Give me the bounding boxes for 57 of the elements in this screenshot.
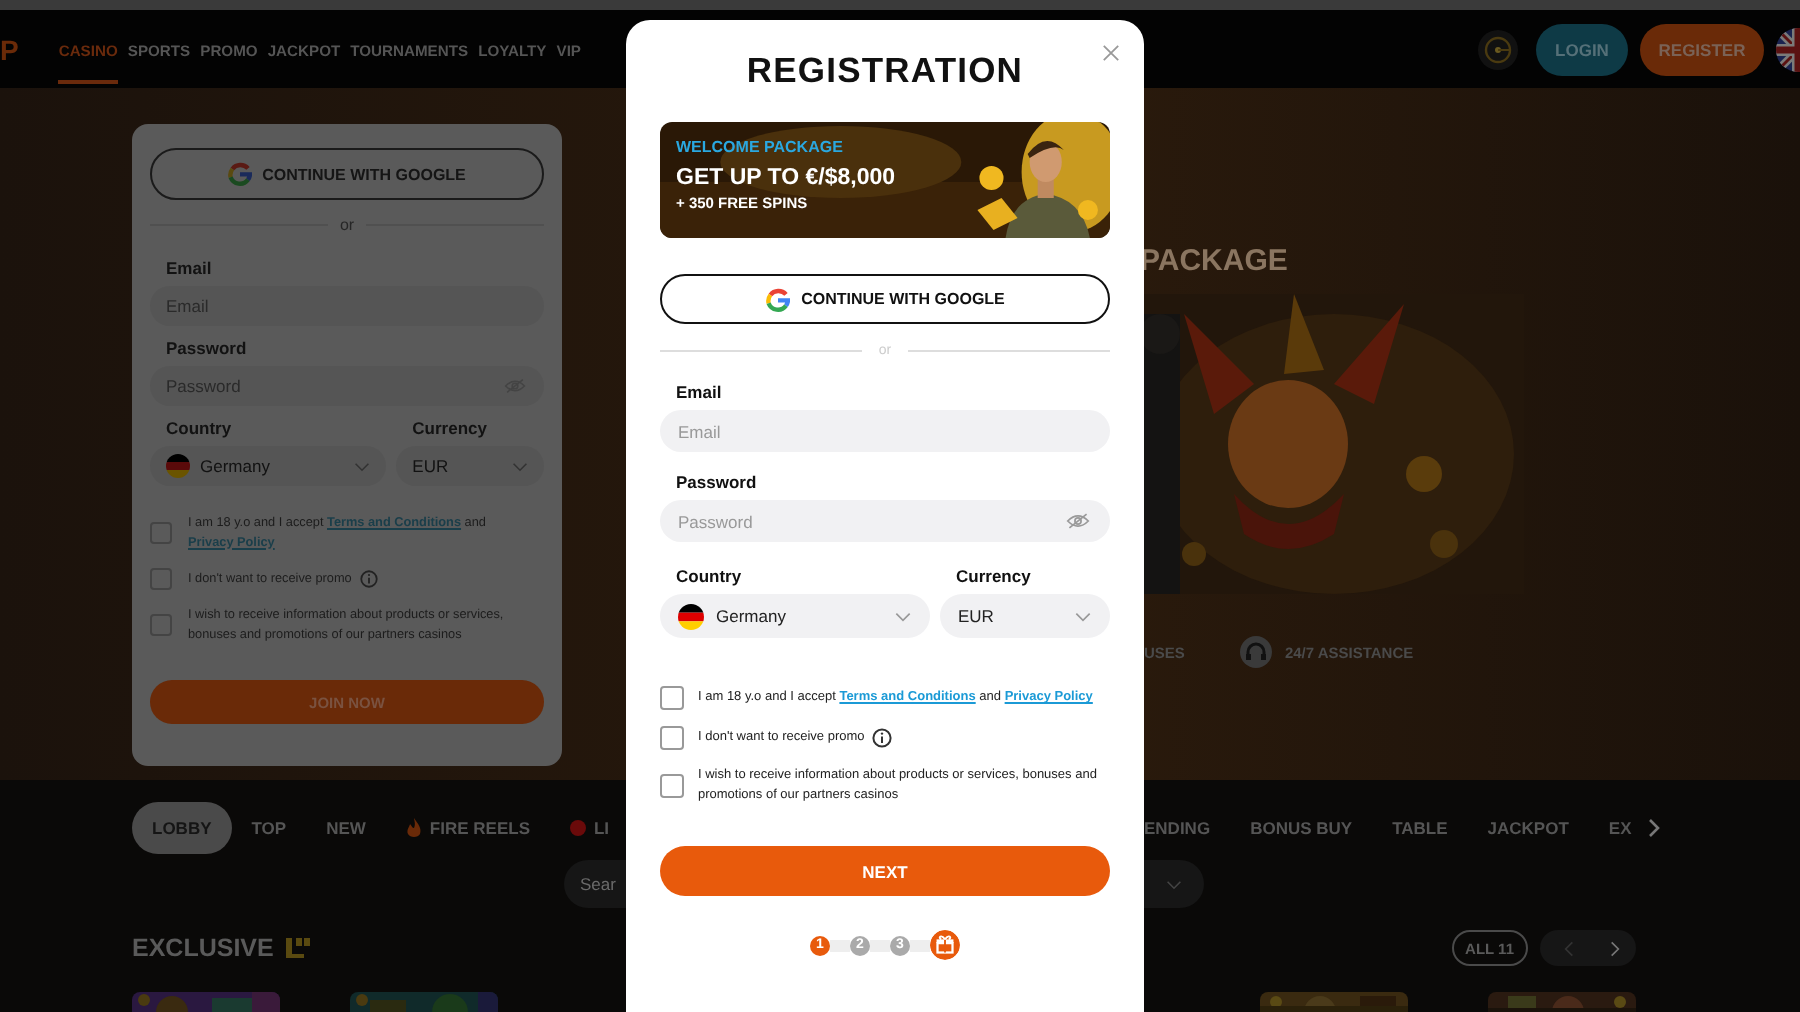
checkbox[interactable]: [660, 686, 684, 710]
field-label: Email: [676, 382, 724, 402]
field-label: Email: [166, 258, 214, 278]
checkbox[interactable]: [660, 726, 684, 750]
field-label: Currency: [412, 418, 489, 438]
field-label: Password: [676, 472, 759, 492]
chevron-right-icon[interactable]: [1610, 939, 1620, 957]
category-tab[interactable]: TOP: [231, 802, 307, 854]
chevron-icon: [512, 461, 528, 471]
flag-icon: [166, 454, 190, 478]
field-label: Currency: [956, 566, 1033, 586]
next-button[interactable]: NEXT: [660, 846, 1110, 896]
chevron-icon: [354, 461, 371, 471]
dialog-title: REGISTRATION: [746, 50, 1024, 92]
login-button[interactable]: LOGIN: [1536, 23, 1628, 75]
google-icon: [228, 162, 253, 186]
country-select[interactable]: Germany: [660, 594, 930, 638]
google-icon: [765, 287, 790, 311]
flag-icon: [678, 603, 704, 629]
google-button[interactable]: CONTINUE WITH GOOGLE: [660, 274, 1110, 324]
info-icon[interactable]: [872, 728, 893, 748]
category-tab[interactable]: NEW: [306, 802, 386, 854]
banner-headline: GET UP TO €/$8,000: [676, 166, 896, 190]
logo-icon: [283, 936, 312, 960]
chevron-icon: [1074, 611, 1092, 621]
currency-select[interactable]: EUR: [940, 594, 1110, 638]
wheel-icon[interactable]: [1476, 27, 1520, 71]
checkbox[interactable]: [660, 774, 684, 798]
category-tab[interactable]: FIRE REELS: [385, 802, 550, 854]
chevron-right-icon[interactable]: [1647, 818, 1660, 838]
live-dot-icon: [569, 818, 586, 838]
country-select[interactable]: Germany: [150, 446, 387, 486]
flame-icon: [405, 818, 422, 838]
logo[interactable]: P: [0, 33, 19, 65]
category-tab[interactable]: LI: [549, 802, 630, 854]
section-title: EXCLUSIVE: [132, 934, 274, 962]
category-tab[interactable]: JACKPOT: [1467, 802, 1589, 854]
hero-title: PACKAGE: [1140, 244, 1290, 278]
google-button[interactable]: CONTINUE WITH GOOGLE: [150, 148, 544, 200]
chevron-icon: [894, 611, 912, 621]
headset-icon: [1240, 636, 1273, 668]
banner-label: WELCOME PACKAGE: [676, 138, 843, 156]
category-tab[interactable]: BONUS BUY: [1230, 802, 1373, 854]
chevron-icon: [1166, 879, 1182, 889]
search-field[interactable]: Sear: [564, 860, 626, 908]
register-button[interactable]: REGISTER: [1640, 23, 1764, 75]
email-field[interactable]: Email: [660, 410, 1110, 452]
category-tab[interactable]: EX: [1588, 802, 1652, 854]
eye-icon[interactable]: [1066, 512, 1090, 530]
currency-select[interactable]: EUR: [396, 446, 544, 486]
close-icon[interactable]: [1102, 44, 1120, 62]
field-label: Password: [166, 338, 249, 358]
field-label: Country: [676, 566, 744, 586]
password-field[interactable]: Password: [660, 500, 1110, 542]
chevron-left-icon[interactable]: [1564, 939, 1574, 957]
category-tab[interactable]: TABLE: [1372, 802, 1468, 854]
field-label: Country: [166, 418, 234, 438]
